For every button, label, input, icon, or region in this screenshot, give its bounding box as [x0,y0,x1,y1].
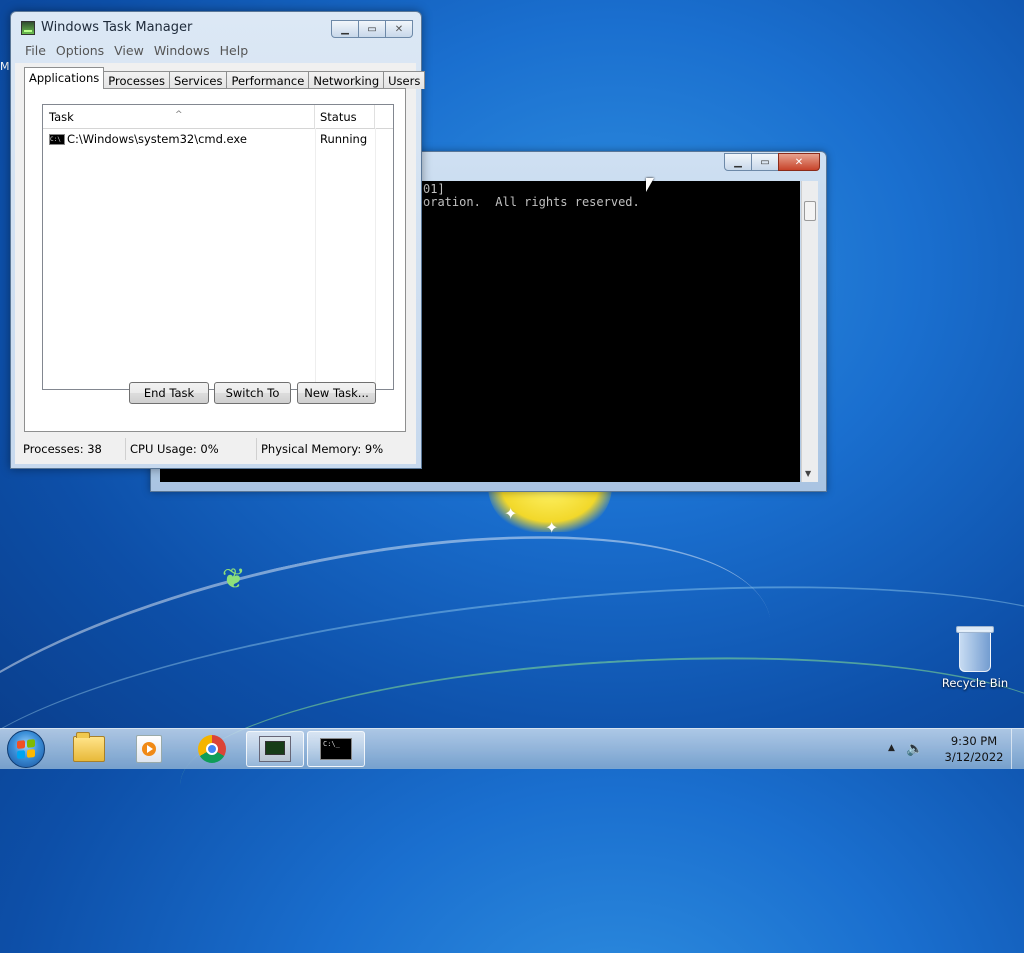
tab-strip: Applications Processes Services Performa… [24,67,426,89]
status-memory: Physical Memory: 9% [261,442,384,456]
task-manager-body: Applications Processes Services Performa… [15,63,426,464]
taskbar-media-player[interactable] [120,731,178,767]
window-title-text: Windows Task Manager [41,20,193,35]
new-task-button[interactable]: New Task... [297,382,376,404]
tab-users[interactable]: Users [383,71,426,89]
show-desktop-button[interactable] [1011,729,1024,769]
column-header-status[interactable]: Status [315,105,375,128]
tm-caption-buttons: ▁ ▭ ✕ [331,20,413,38]
close-icon: ✕ [394,23,404,35]
clock[interactable]: 9:30 PM 3/12/2022 [934,733,1014,765]
end-task-button[interactable]: End Task [129,382,209,404]
maximize-icon: ▭ [760,156,770,168]
recycle-bin-icon [956,626,994,672]
cmd-caption-buttons: ▁ ▭ ✕ [724,153,820,171]
menu-view[interactable]: View [109,42,149,60]
list-header: ^ Task Status [43,105,393,129]
wallpaper-streak [0,469,802,953]
status-cpu: CPU Usage: 0% [126,438,257,460]
scroll-down-icon[interactable]: ▼ [805,469,811,478]
close-button[interactable]: ✕ [778,153,820,171]
menu-bar: File Options View Windows Help [20,42,412,60]
desktop-edge-text: M [0,60,10,73]
windows-logo-icon [17,739,35,759]
column-divider [375,128,376,389]
maximize-button[interactable]: ▭ [751,153,779,171]
close-button[interactable]: ✕ [385,20,413,38]
scrollbar-thumb[interactable] [804,201,816,221]
taskbar-task-manager[interactable] [246,731,304,767]
task-manager-icon [259,736,291,762]
taskbar-chrome[interactable] [183,731,241,767]
tab-services[interactable]: Services [168,71,228,89]
tab-networking[interactable]: Networking [308,71,385,89]
start-button[interactable] [7,730,45,768]
minimize-icon: ▁ [341,23,349,35]
recycle-bin-label: Recycle Bin [941,676,1009,690]
command-prompt-icon: C:\ [49,133,65,145]
clock-time: 9:30 PM [950,734,998,748]
row-status: Running [320,132,368,146]
column-divider [315,128,316,389]
switch-to-button[interactable]: Switch To [214,382,291,404]
status-bar: Processes: 38 CPU Usage: 0% Physical Mem… [19,438,412,460]
sparkle-icon: ✦ [545,518,559,537]
minimize-icon: ▁ [734,156,742,168]
menu-options[interactable]: Options [51,42,109,60]
minimize-button[interactable]: ▁ [724,153,752,171]
status-processes: Processes: 38 [19,438,126,460]
row-task-cell: C:\ C:\Windows\system32\cmd.exe [49,132,247,146]
taskbar-command-prompt[interactable]: C:\_ [307,731,365,767]
tab-performance[interactable]: Performance [226,71,310,89]
task-manager-window[interactable]: Windows Task Manager ▁ ▭ ✕ File Options … [10,11,426,469]
menu-windows[interactable]: Windows [149,42,215,60]
row-task-name: C:\Windows\system32\cmd.exe [67,132,247,146]
menu-help[interactable]: Help [215,42,254,60]
taskbar-explorer[interactable] [60,731,118,767]
table-row[interactable]: C:\ C:\Windows\system32\cmd.exe Running [43,129,393,149]
clock-date: 3/12/2022 [944,750,1004,764]
close-icon: ✕ [794,156,804,168]
column-header-task[interactable]: ^ Task [43,105,315,128]
tab-processes[interactable]: Processes [103,71,170,89]
applications-panel: ^ Task Status C:\ C:\Windows\system32\cm… [24,88,406,432]
maximize-icon: ▭ [367,23,377,35]
minimize-button[interactable]: ▁ [331,20,359,38]
maximize-button[interactable]: ▭ [358,20,386,38]
leaf-icon: ❦ [222,562,246,595]
system-tray: ▲ 🔈 9:30 PM 3/12/2022 [884,729,1024,769]
show-hidden-icons-icon[interactable]: ▲ [888,743,895,753]
column-header-task-label: Task [49,110,74,124]
mouse-cursor-icon [646,178,654,192]
chrome-icon [198,735,226,763]
recycle-bin[interactable]: Recycle Bin [940,626,1010,690]
command-prompt-icon: C:\_ [320,738,352,760]
sparkle-icon: ✦ [504,504,518,523]
tab-applications[interactable]: Applications [24,67,105,89]
menu-file[interactable]: File [20,42,51,60]
task-list[interactable]: ^ Task Status C:\ C:\Windows\system32\cm… [42,104,394,390]
windows-explorer-icon [73,732,105,762]
sort-ascending-icon: ^ [175,110,183,120]
media-player-icon [136,735,162,763]
task-manager-icon [21,20,35,35]
volume-icon[interactable]: 🔈 [906,741,923,757]
window-title: Windows Task Manager [21,20,192,35]
console-scrollbar[interactable]: ▼ [801,181,818,482]
taskbar: C:\_ ▲ 🔈 9:30 PM 3/12/2022 [0,728,1024,769]
